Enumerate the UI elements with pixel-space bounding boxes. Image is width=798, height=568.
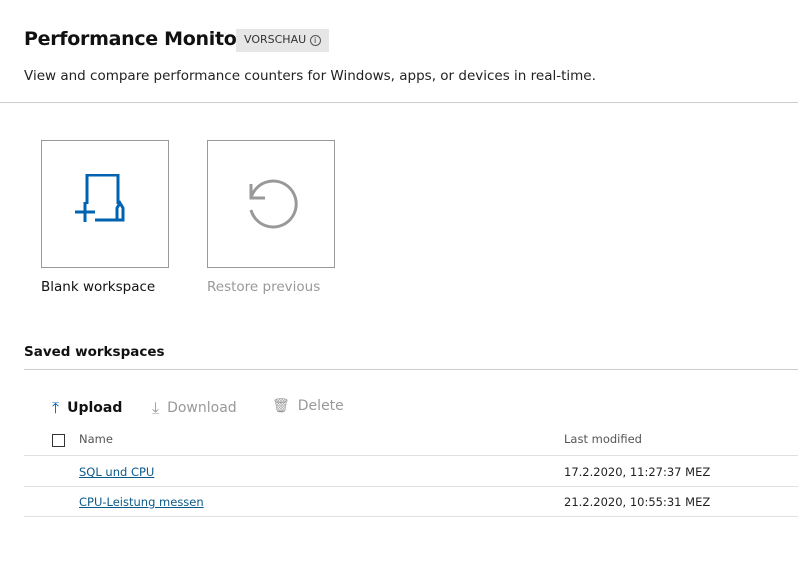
select-all-checkbox[interactable] xyxy=(52,434,65,447)
download-label: Download xyxy=(167,400,237,416)
upload-icon: ⤒ xyxy=(52,398,60,417)
new-workspace-icon xyxy=(75,174,125,222)
download-icon: ⤓ xyxy=(152,398,160,417)
restore-previous-label: Restore previous xyxy=(207,279,321,295)
upload-label: Upload xyxy=(67,400,123,416)
page-description: View and compare performance counters fo… xyxy=(24,68,596,84)
trash-icon: 🗑 xyxy=(272,398,290,414)
row-divider xyxy=(24,516,798,517)
workspace-link[interactable]: SQL und CPU xyxy=(79,465,154,479)
column-header-last-modified[interactable]: Last modified xyxy=(564,432,642,446)
info-icon: i xyxy=(309,35,321,46)
row-divider xyxy=(24,455,798,456)
page-title: Performance Monitor xyxy=(24,28,246,50)
download-button: ⤓ Download xyxy=(152,398,237,418)
upload-button[interactable]: ⤒ Upload xyxy=(52,398,122,418)
restore-icon xyxy=(249,179,298,229)
blank-workspace-tile[interactable] xyxy=(41,140,169,268)
divider xyxy=(24,369,798,370)
delete-label: Delete xyxy=(297,398,344,414)
preview-badge[interactable]: VORSCHAU i xyxy=(236,29,329,52)
last-modified-value: 17.2.2020, 11:27:37 MEZ xyxy=(564,465,711,479)
workspace-link[interactable]: CPU-Leistung messen xyxy=(79,495,204,509)
delete-button: 🗑 Delete xyxy=(272,398,344,414)
blank-workspace-label[interactable]: Blank workspace xyxy=(41,279,155,295)
badge-label: VORSCHAU xyxy=(244,33,307,46)
last-modified-value: 21.2.2020, 10:55:31 MEZ xyxy=(564,495,711,509)
divider xyxy=(0,102,798,103)
restore-previous-tile xyxy=(207,140,335,268)
column-header-name[interactable]: Name xyxy=(79,432,113,446)
row-divider xyxy=(24,486,798,487)
saved-workspaces-heading: Saved workspaces xyxy=(24,344,165,360)
